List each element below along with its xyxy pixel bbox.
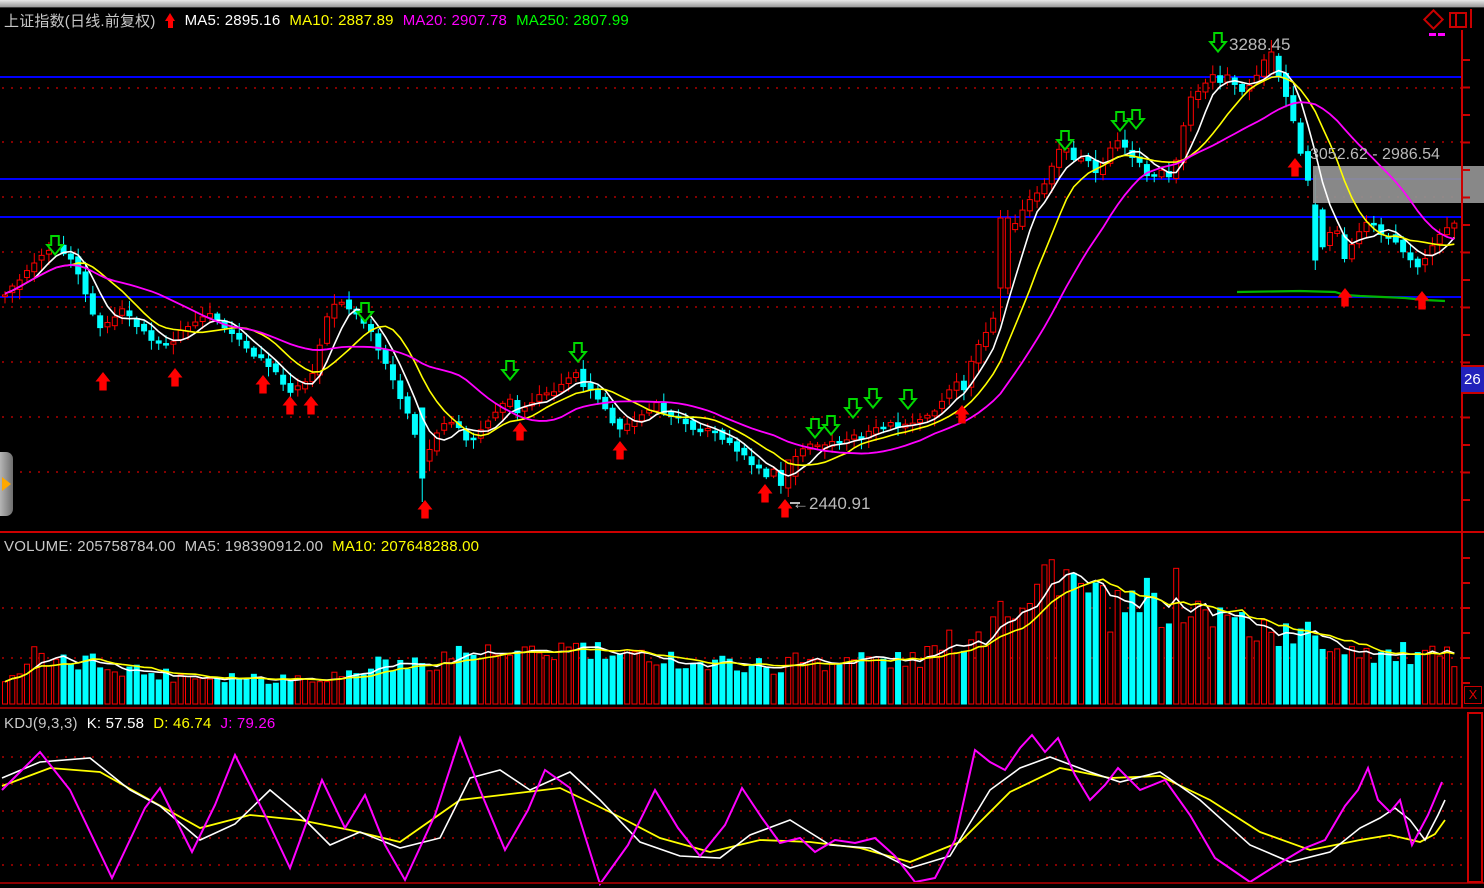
ma250-value: MA250: 2807.99 <box>516 12 629 29</box>
support-resistance-lines <box>0 77 1462 297</box>
caret-mark <box>1470 9 1472 28</box>
up-arrow-icon <box>165 13 176 28</box>
main-indicator-header: 上证指数(日线.前复权) MA5: 2895.16 MA10: 2887.89 … <box>4 10 629 31</box>
kdj-k-value: K: 57.58 <box>87 715 144 732</box>
volume-ma5-value: MA5: 198390912.00 <box>185 538 324 555</box>
gridlines <box>2 88 1468 865</box>
chart-canvas[interactable] <box>0 0 1484 888</box>
side-panel-handle[interactable] <box>0 452 13 516</box>
peak-price-label: 3288.45 <box>1229 35 1290 55</box>
kdj-name: KDJ(9,3,3) <box>4 715 78 732</box>
volume-indicator-header: VOLUME: 205758784.00 MA5: 198390912.00 M… <box>4 538 479 555</box>
ma20-value: MA20: 2907.78 <box>403 12 507 29</box>
axis-price-badge: 26 <box>1461 365 1484 394</box>
close-indicator-button[interactable]: X <box>1464 686 1482 704</box>
kdj-d-value: D: 46.74 <box>153 715 211 732</box>
expand-arrow-icon <box>2 477 11 491</box>
ma5-value: MA5: 2895.16 <box>185 12 281 29</box>
ma10-value: MA10: 2887.89 <box>289 12 393 29</box>
split-window-icon[interactable] <box>1449 12 1467 28</box>
symbol-title: 上证指数(日线.前复权) <box>4 10 156 31</box>
gap-zone-label: 3052.62 - 2986.54 <box>1310 146 1440 164</box>
volume-ma10-value: MA10: 207648288.00 <box>332 538 479 555</box>
volume-bars <box>3 560 1457 704</box>
volume-value: VOLUME: 205758784.00 <box>4 538 176 555</box>
ma-lines <box>5 71 1454 476</box>
window-titlebar[interactable] <box>0 0 1484 8</box>
kdj-j-value: J: 79.26 <box>221 715 276 732</box>
axes <box>0 30 1484 883</box>
chart-application-window: 上证指数(日线.前复权) MA5: 2895.16 MA10: 2887.89 … <box>0 0 1484 888</box>
kdj-indicator-header: KDJ(9,3,3) K: 57.58 D: 46.74 J: 79.26 <box>4 715 275 732</box>
low-price-label: ←2440.91 <box>792 494 870 514</box>
candlesticks <box>3 40 1457 502</box>
